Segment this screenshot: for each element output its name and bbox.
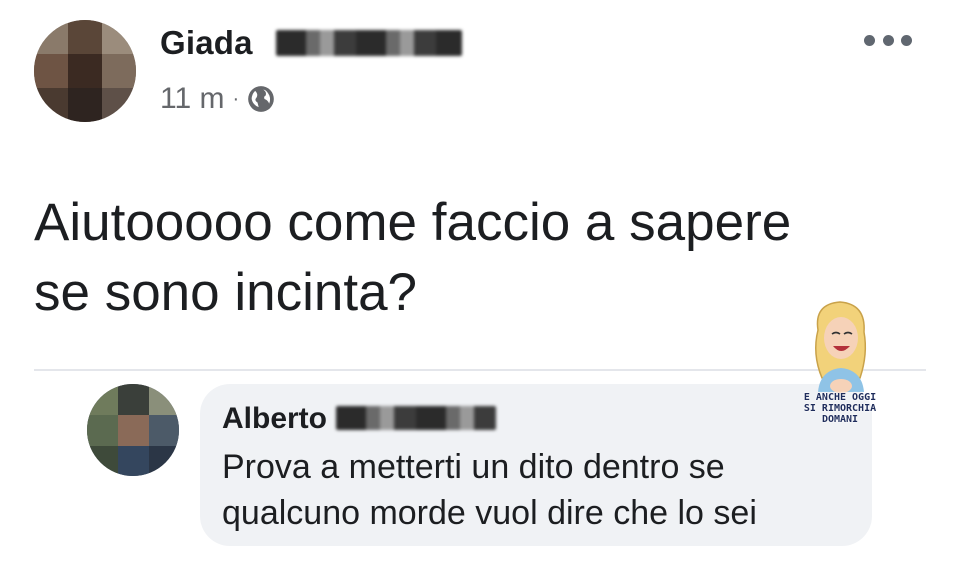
post-meta: 11 m · <box>160 82 275 116</box>
post-timestamp[interactable]: 11 m <box>160 82 224 116</box>
post-header: Giada 11 m · <box>0 0 960 140</box>
commenter-avatar[interactable] <box>87 384 179 476</box>
redacted-surname <box>276 30 462 56</box>
commenter-name[interactable]: Alberto <box>222 402 327 436</box>
more-options-icon[interactable] <box>864 26 912 54</box>
watermark-caption: E ANCHE OGGI SI RIMORCHIA DOMANI <box>803 392 877 425</box>
author-avatar[interactable] <box>34 20 136 122</box>
comment-text: Prova a metterti un dito dentro se qualc… <box>222 448 757 532</box>
globe-icon <box>248 86 274 112</box>
redacted-surname <box>336 406 496 430</box>
comments-divider <box>34 369 926 371</box>
post-text: Aiutooooo come faccio a sapere se sono i… <box>34 193 792 322</box>
meta-separator: · <box>232 87 240 110</box>
author-name[interactable]: Giada <box>160 24 253 62</box>
